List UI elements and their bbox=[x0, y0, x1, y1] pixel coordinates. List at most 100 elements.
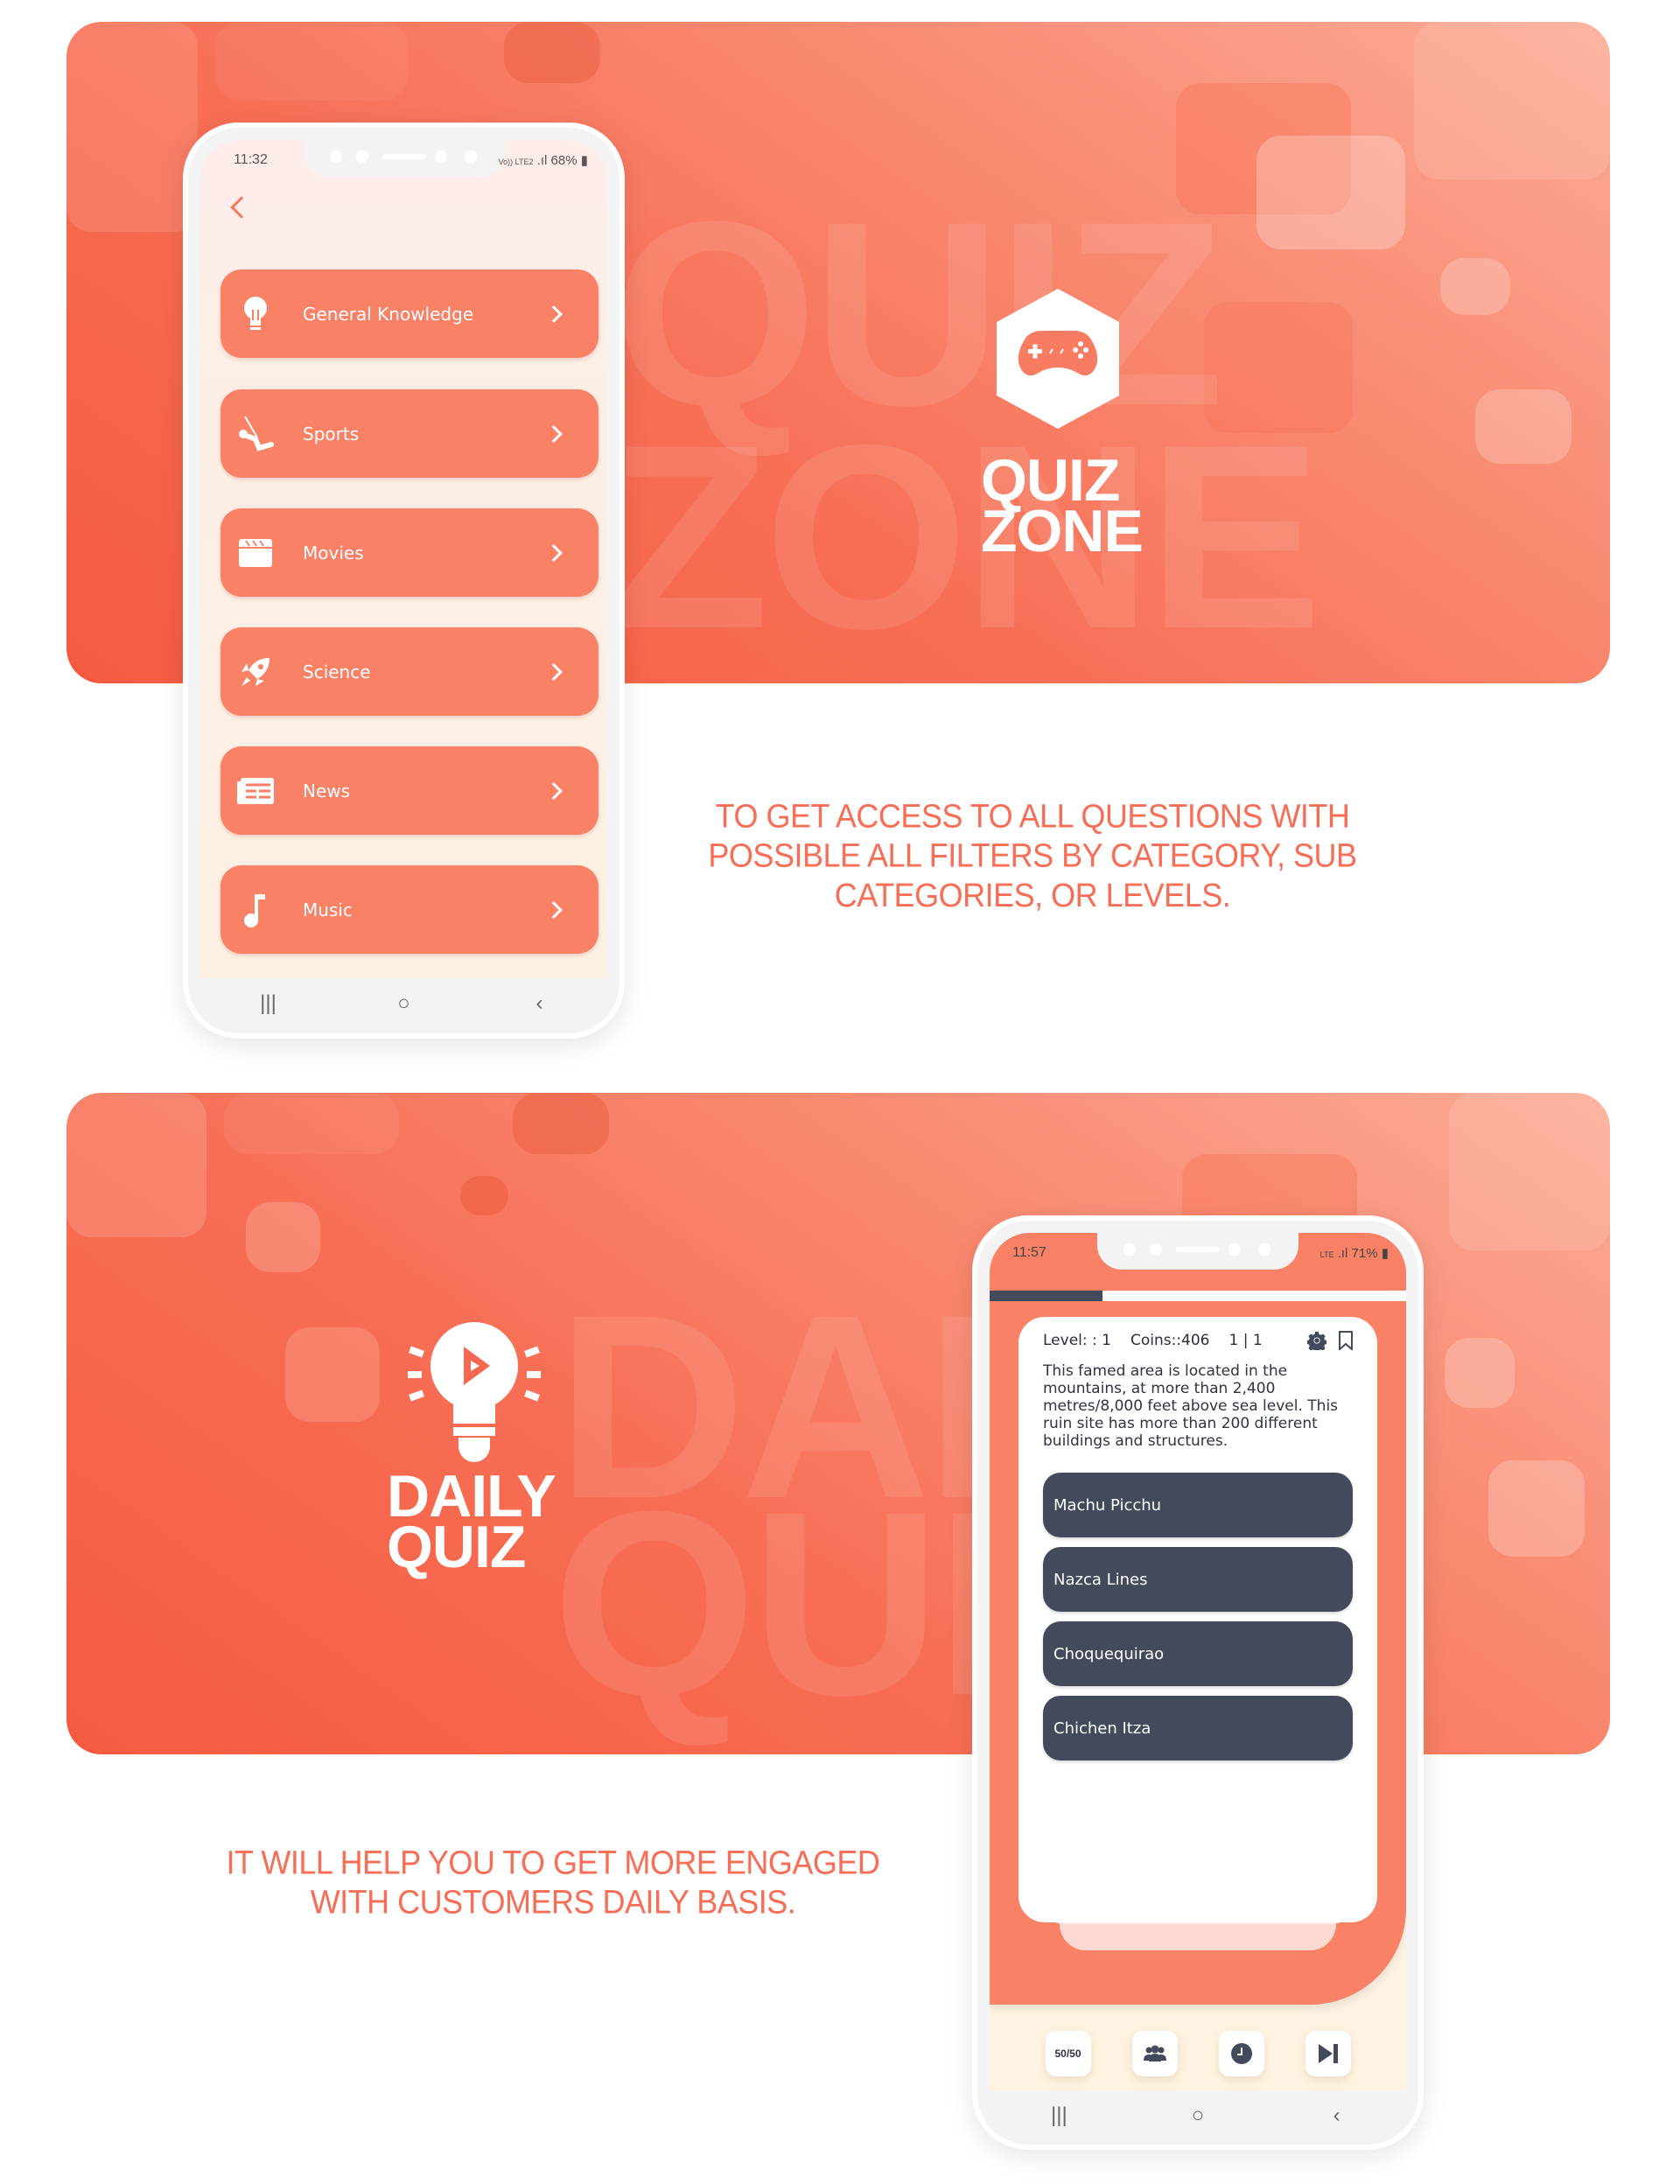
back-button[interactable]: ‹ bbox=[522, 991, 557, 1016]
swing-icon bbox=[236, 415, 275, 453]
category-label: Science bbox=[303, 661, 371, 682]
chevron-right-icon bbox=[545, 781, 563, 800]
answer-option[interactable]: Chichen Itza bbox=[1043, 1696, 1353, 1760]
phone-notch bbox=[1097, 1233, 1298, 1270]
home-button[interactable]: ○ bbox=[1180, 2104, 1215, 2128]
logo-line-2: QUIZ bbox=[387, 1514, 526, 1581]
bg-shape bbox=[1445, 1338, 1515, 1408]
battery-level: 71% bbox=[1351, 1246, 1378, 1261]
progress-fill bbox=[990, 1291, 1102, 1301]
network-indicator: Vo)) LTE2 bbox=[498, 158, 534, 166]
signal-icon: .ıl bbox=[536, 153, 548, 168]
category-label: News bbox=[303, 780, 351, 802]
category-movies[interactable]: Movies bbox=[220, 508, 598, 597]
status-indicators: Vo)) LTE2 .ıl 68% ▮ bbox=[499, 152, 588, 168]
quiz-meta-row: Level: : 1 Coins::406 1 | 1 bbox=[1043, 1331, 1353, 1350]
bg-shape bbox=[513, 1093, 609, 1154]
back-button[interactable]: ‹ bbox=[1320, 2104, 1354, 2128]
skip-button[interactable] bbox=[1305, 2031, 1351, 2076]
skip-next-icon bbox=[1318, 2044, 1338, 2063]
lightbulb-play-icon bbox=[408, 1322, 541, 1462]
bg-shape bbox=[1440, 258, 1510, 315]
gear-icon[interactable] bbox=[1307, 1331, 1326, 1350]
answer-option[interactable]: Choquequirao bbox=[1043, 1621, 1353, 1686]
android-nav-bar: ||| ○ ‹ bbox=[990, 2090, 1406, 2141]
bg-shape bbox=[1414, 22, 1610, 179]
category-science[interactable]: Science bbox=[220, 627, 598, 716]
bg-shape bbox=[1488, 1460, 1585, 1557]
home-button[interactable]: ○ bbox=[387, 991, 422, 1016]
answer-option[interactable]: Machu Picchu bbox=[1043, 1473, 1353, 1537]
phone-notch bbox=[303, 140, 505, 177]
back-chevron-left-icon[interactable] bbox=[230, 196, 253, 219]
status-indicators: LTE .ıl 71% ▮ bbox=[1320, 1245, 1389, 1261]
bg-shape bbox=[215, 22, 408, 101]
category-news[interactable]: News bbox=[220, 746, 598, 835]
section2-caption: IT WILL HELP YOU TO GET MORE ENGAGED WIT… bbox=[226, 1843, 880, 1922]
watermark-line-2: ZONE bbox=[609, 389, 1322, 683]
timer-button[interactable] bbox=[1218, 2031, 1264, 2076]
recents-button[interactable]: ||| bbox=[251, 991, 286, 1016]
battery-icon: ▮ bbox=[1381, 1246, 1389, 1261]
question-counter: 1 | 1 bbox=[1228, 1332, 1263, 1349]
category-label: Sports bbox=[303, 423, 360, 444]
status-time: 11:32 bbox=[234, 152, 268, 167]
logo-line-2: ZONE bbox=[981, 498, 1144, 565]
newspaper-icon bbox=[236, 772, 275, 810]
bg-shape bbox=[1475, 389, 1572, 464]
quiz-area: 11:57 LTE .ıl 71% ▮ Level: : 1 Coins::40… bbox=[990, 1233, 1406, 2005]
clapperboard-icon bbox=[236, 534, 275, 572]
question-text: This famed area is located in the mounta… bbox=[1043, 1362, 1339, 1450]
bg-shape bbox=[224, 1093, 399, 1154]
bg-shape bbox=[66, 1093, 206, 1237]
status-time: 11:57 bbox=[1012, 1245, 1046, 1260]
bg-shape bbox=[66, 22, 198, 232]
music-note-icon bbox=[236, 891, 275, 929]
signal-icon: .ıl bbox=[1337, 1246, 1348, 1261]
question-card: Level: : 1 Coins::406 1 | 1 This famed a… bbox=[1018, 1317, 1377, 1922]
category-music[interactable]: Music bbox=[220, 865, 598, 954]
network-indicator: LTE bbox=[1320, 1250, 1334, 1259]
phone-mockup-quiz: 11:57 LTE .ıl 71% ▮ Level: : 1 Coins::40… bbox=[972, 1215, 1424, 2150]
audience-poll-button[interactable] bbox=[1131, 2031, 1178, 2076]
category-label: General Knowledge bbox=[303, 303, 474, 325]
phone-screen: 11:57 LTE .ıl 71% ▮ Level: : 1 Coins::40… bbox=[990, 1233, 1406, 2090]
phone-mockup-categories: 11:32 Vo)) LTE2 .ıl 68% ▮ General Knowle… bbox=[183, 122, 625, 1039]
chevron-right-icon bbox=[545, 424, 563, 443]
category-general-knowledge[interactable]: General Knowledge bbox=[220, 270, 598, 358]
gamepad-hexagon-icon bbox=[997, 289, 1119, 429]
rocket-icon bbox=[236, 653, 275, 691]
bg-shape bbox=[460, 1176, 508, 1215]
people-group-icon bbox=[1143, 2045, 1166, 2062]
question-progress-bar bbox=[990, 1291, 1406, 1301]
lightbulb-icon bbox=[236, 295, 275, 333]
daily-quiz-title: DAILY QUIZ bbox=[387, 1466, 556, 1581]
bg-shape bbox=[1256, 136, 1405, 249]
answer-option[interactable]: Nazca Lines bbox=[1043, 1547, 1353, 1612]
chevron-right-icon bbox=[545, 662, 563, 681]
recents-button[interactable]: ||| bbox=[1041, 2104, 1076, 2128]
category-label: Movies bbox=[303, 542, 364, 564]
bg-shape bbox=[504, 22, 600, 83]
chevron-right-icon bbox=[545, 304, 563, 323]
category-sports[interactable]: Sports bbox=[220, 389, 598, 478]
fifty-fifty-icon: 50/50 bbox=[1054, 2048, 1082, 2060]
lifeline-bar: 50/50 bbox=[990, 2031, 1406, 2076]
level-indicator: Level: : 1 bbox=[1043, 1332, 1111, 1349]
battery-level: 68% bbox=[550, 153, 578, 168]
bg-shape bbox=[1449, 1093, 1610, 1250]
chevron-right-icon bbox=[545, 900, 563, 919]
coins-indicator: Coins::406 bbox=[1130, 1332, 1210, 1349]
quiz-zone-title: QUIZ ZONE bbox=[981, 451, 1144, 565]
bg-shape bbox=[285, 1327, 380, 1422]
bg-shape bbox=[246, 1202, 320, 1272]
battery-icon: ▮ bbox=[580, 153, 588, 168]
bookmark-icon[interactable] bbox=[1339, 1331, 1353, 1350]
category-label: Music bbox=[303, 899, 353, 920]
section1-caption: TO GET ACCESS TO ALL QUESTIONS WITH POSS… bbox=[708, 796, 1357, 914]
phone-screen: 11:32 Vo)) LTE2 .ıl 68% ▮ General Knowle… bbox=[200, 140, 607, 978]
android-nav-bar: ||| ○ ‹ bbox=[200, 978, 607, 1029]
fifty-fifty-button[interactable]: 50/50 bbox=[1045, 2031, 1091, 2076]
chevron-right-icon bbox=[545, 543, 563, 562]
clock-icon bbox=[1230, 2043, 1252, 2064]
